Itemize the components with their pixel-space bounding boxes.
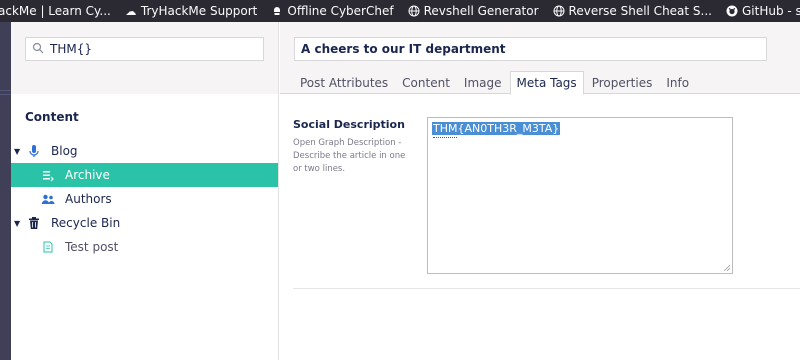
bookmarks-toolbar: ackMe | Learn Cy... ☁ TryHackMe Support … — [0, 0, 800, 22]
bookmark-label: GitHub - swisskyrepo/... — [741, 4, 800, 18]
textarea-selected-text: THM{AN0TH3R_M3TA} — [432, 122, 561, 135]
spellcheck-underline — [433, 135, 457, 138]
tree-node-label: Blog — [51, 144, 78, 158]
bookmark-tryhackme[interactable]: ackMe | Learn Cy... — [0, 4, 111, 18]
bookmark-label: TryHackMe Support — [140, 4, 258, 18]
tree-node-label: Authors — [65, 192, 112, 206]
users-icon — [41, 192, 55, 206]
content-name-input[interactable]: A cheers to our IT department — [294, 37, 767, 61]
tree-node-archive[interactable]: Archive — [11, 163, 278, 187]
bookmark-github-swisskyrepo[interactable]: GitHub - swisskyrepo/... — [726, 4, 800, 18]
tree-section-title: Content — [25, 110, 79, 124]
globe-icon — [408, 5, 420, 17]
document-icon — [41, 240, 55, 254]
tab-image[interactable]: Image — [458, 71, 508, 95]
bookmark-label: Offline CyberChef — [287, 4, 394, 18]
bookmark-label: ackMe | Learn Cy... — [0, 4, 111, 18]
expand-caret-icon[interactable]: ▼ — [14, 219, 24, 228]
github-icon — [726, 5, 738, 17]
content-tree-panel: THM{} Content ▼ Blog Archive Authors ▼ R… — [11, 22, 279, 360]
tree-search-input[interactable]: THM{} — [25, 37, 264, 61]
tab-info[interactable]: Info — [660, 71, 695, 95]
tree-node-test-post[interactable]: Test post — [11, 235, 278, 259]
property-label: Social Description — [293, 118, 405, 131]
bookmark-reverse-shell-cheat-sheet[interactable]: Reverse Shell Cheat S... — [553, 4, 712, 18]
section-rail — [0, 22, 11, 360]
tree-node-recycle-bin[interactable]: ▼ Recycle Bin — [11, 211, 278, 235]
chef-icon — [271, 5, 283, 17]
resize-handle-icon[interactable] — [723, 264, 731, 272]
content-name-value: A cheers to our IT department — [301, 42, 506, 56]
tree-node-label: Recycle Bin — [51, 216, 121, 230]
microphone-icon — [27, 144, 41, 158]
tree-node-blog[interactable]: ▼ Blog — [11, 139, 278, 163]
tab-properties[interactable]: Properties — [586, 71, 659, 95]
property-divider — [293, 288, 800, 289]
property-description: Open Graph Description - Describe the ar… — [293, 138, 406, 174]
editor-header: A cheers to our IT department Post Attri… — [280, 22, 800, 95]
trash-icon — [27, 216, 41, 230]
bookmark-revshell-generator[interactable]: Revshell Generator — [408, 4, 539, 18]
list-icon — [41, 168, 55, 182]
tree-node-authors[interactable]: Authors — [11, 187, 278, 211]
content-editor: A cheers to our IT department Post Attri… — [280, 22, 800, 360]
tab-post-attributes[interactable]: Post Attributes — [294, 71, 394, 95]
tree-node-label: Test post — [65, 240, 119, 254]
social-description-textarea[interactable]: THM{AN0TH3R_M3TA} — [427, 117, 733, 274]
tree-node-label: Archive — [65, 168, 110, 182]
bookmark-offline-cyberchef[interactable]: Offline CyberChef — [271, 4, 394, 18]
tree-search-value: THM{} — [50, 42, 92, 56]
expand-caret-icon[interactable]: ▼ — [14, 147, 24, 156]
rail-divider — [0, 94, 11, 95]
tab-content[interactable]: Content — [396, 71, 456, 95]
editor-tabs: Post Attributes Content Image Meta Tags … — [294, 71, 697, 95]
bookmark-label: Reverse Shell Cheat S... — [568, 4, 712, 18]
globe-icon — [553, 5, 565, 17]
tab-meta-tags[interactable]: Meta Tags — [509, 71, 584, 95]
bookmark-tryhackme-support[interactable]: ☁ TryHackMe Support — [125, 4, 258, 18]
bookmark-label: Revshell Generator — [423, 4, 539, 18]
cloud-icon: ☁ — [125, 4, 137, 18]
search-icon — [32, 42, 46, 57]
rail-divider — [0, 90, 11, 91]
